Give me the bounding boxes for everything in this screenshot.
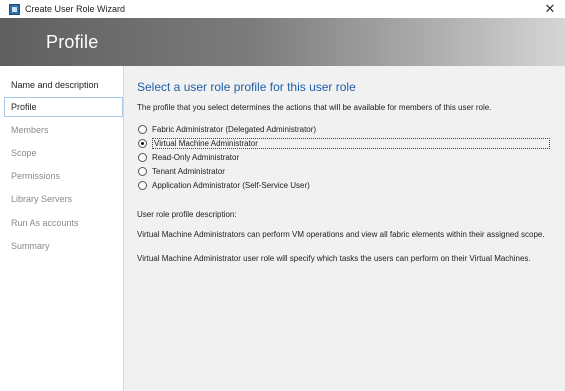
page-banner: Profile <box>0 18 565 66</box>
window-title: Create User Role Wizard <box>25 4 126 14</box>
option-label: Read-Only Administrator <box>152 152 240 162</box>
main-content: Select a user role profile for this user… <box>124 66 565 391</box>
intro-text: The profile that you select determines t… <box>137 103 492 112</box>
step-profile[interactable]: Profile <box>4 97 123 117</box>
title-bar: Create User Role Wizard ✕ <box>0 0 565 18</box>
step-run-as-accounts[interactable]: Run As accounts <box>4 213 123 233</box>
step-permissions[interactable]: Permissions <box>4 166 123 186</box>
section-heading: Select a user role profile for this user… <box>137 80 356 94</box>
wizard-steps-sidebar: Name and description Profile Members Sco… <box>0 66 124 391</box>
option-virtual-machine-administrator[interactable]: Virtual Machine Administrator <box>138 137 550 149</box>
description-label: User role profile description: <box>137 210 237 219</box>
radio-button[interactable] <box>138 124 147 134</box>
description-text-1: Virtual Machine Administrators can perfo… <box>137 230 545 239</box>
option-label: Tenant Administrator <box>152 166 225 176</box>
step-summary[interactable]: Summary <box>4 236 123 256</box>
option-label: Fabric Administrator (Delegated Administ… <box>152 124 317 134</box>
radio-button[interactable] <box>138 166 147 176</box>
radio-button[interactable] <box>138 152 147 162</box>
description-text-2: Virtual Machine Administrator user role … <box>137 254 531 263</box>
radio-button[interactable] <box>138 180 147 190</box>
step-name-and-description[interactable]: Name and description <box>4 75 123 95</box>
option-fabric-administrator[interactable]: Fabric Administrator (Delegated Administ… <box>138 123 316 135</box>
option-tenant-administrator[interactable]: Tenant Administrator <box>138 165 225 177</box>
step-members[interactable]: Members <box>4 120 123 140</box>
option-application-administrator[interactable]: Application Administrator (Self-Service … <box>138 179 310 191</box>
wizard-app-icon <box>9 3 20 15</box>
option-label: Application Administrator (Self-Service … <box>152 180 310 190</box>
option-read-only-administrator[interactable]: Read-Only Administrator <box>138 151 239 163</box>
close-button[interactable]: ✕ <box>543 1 557 17</box>
step-library-servers[interactable]: Library Servers <box>4 189 123 209</box>
page-title: Profile <box>46 32 99 52</box>
option-label: Virtual Machine Administrator <box>152 137 550 149</box>
step-scope[interactable]: Scope <box>4 143 123 163</box>
radio-button-selected[interactable] <box>138 138 147 148</box>
